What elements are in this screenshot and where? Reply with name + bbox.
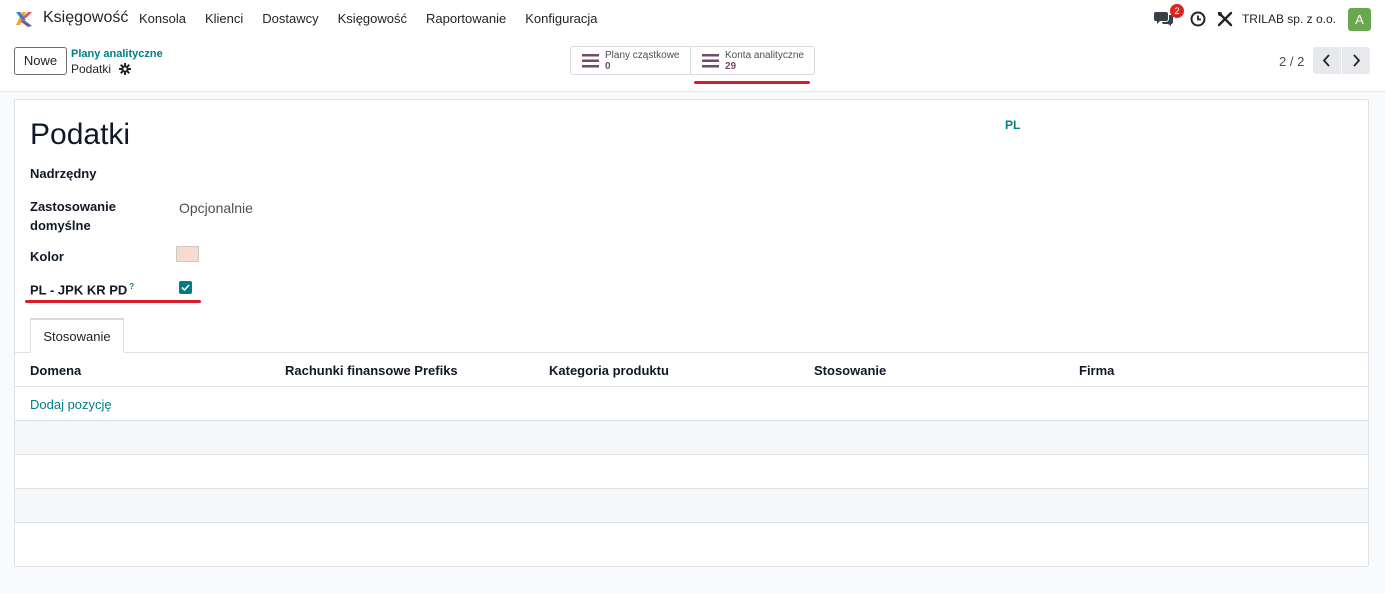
analytic-accounts-count: 29 (725, 61, 737, 72)
add-line-link[interactable]: Dodaj pozycję (30, 397, 112, 412)
new-button[interactable]: Nowe (14, 47, 67, 75)
gear-icon[interactable] (119, 63, 131, 75)
breadcrumb-current: Podatki (71, 62, 112, 76)
company-switcher[interactable]: TRILAB sp. z o.o. (1242, 12, 1336, 26)
highlight-underline (694, 81, 810, 84)
chevron-left-icon (1322, 54, 1330, 67)
chat-icon[interactable]: 2 (1153, 4, 1184, 29)
analytic-accounts-label: Konta analityczne (725, 50, 804, 61)
user-avatar[interactable]: A (1348, 7, 1371, 31)
control-panel: Nowe Plany analityczne Podatki Plany czą… (0, 38, 1385, 92)
country-code: PL (1005, 118, 1021, 132)
chat-badge: 2 (1169, 4, 1184, 18)
column-product-category[interactable]: Kategoria produktu (549, 363, 669, 378)
default-applicability-label-line1: Zastosowanie (30, 199, 116, 214)
pager-value[interactable]: 2 / 2 (1279, 54, 1304, 69)
analytic-accounts-button[interactable]: Konta analityczne 29 (691, 47, 814, 74)
sub-plans-count: 0 (605, 61, 611, 72)
navbar-systray: 2 TRILAB sp. z o.o. A (1153, 4, 1371, 32)
jpk-checkbox[interactable] (179, 281, 192, 294)
table-row: Dodaj pozycję (15, 387, 1368, 421)
table-row (15, 421, 1368, 455)
sub-plans-label: Plany cząstkowe (605, 50, 680, 61)
list-icon (582, 54, 599, 68)
check-icon (181, 284, 190, 292)
clock-icon[interactable] (1190, 11, 1206, 27)
sub-plans-button[interactable]: Plany cząstkowe 0 (571, 47, 691, 74)
pager-next-button[interactable] (1342, 47, 1370, 74)
main-menu: Konsola Klienci Dostawcy Księgowość Rapo… (139, 11, 617, 26)
column-company[interactable]: Firma (1079, 363, 1114, 378)
column-applicability[interactable]: Stosowanie (814, 363, 886, 378)
plan-name-field[interactable]: Podatki (30, 118, 130, 152)
highlight-underline (25, 300, 201, 303)
column-domain[interactable]: Domena (30, 363, 81, 378)
menu-item-configuration[interactable]: Konfiguracja (525, 11, 597, 26)
jpk-label-text: PL - JPK KR PD (30, 282, 128, 298)
pager-previous-button[interactable] (1313, 47, 1341, 74)
smart-buttons: Plany cząstkowe 0 Konta analityczne 29 (570, 46, 815, 75)
app-name[interactable]: Księgowość (43, 9, 128, 27)
table-header: Domena Rachunki finansowe Prefiks Katego… (15, 353, 1368, 387)
default-applicability-select[interactable]: Opcjonalnie (179, 200, 253, 216)
table-row (15, 489, 1368, 523)
menu-item-customers[interactable]: Klienci (205, 11, 243, 26)
top-navbar: Księgowość Konsola Klienci Dostawcy Księ… (0, 0, 1385, 38)
column-account-prefix[interactable]: Rachunki finansowe Prefiks (285, 363, 458, 378)
help-tooltip-icon[interactable]: ? (129, 282, 134, 291)
form-sheet: Podatki PL Nadrzędny Zastosowanie domyśl… (14, 99, 1369, 567)
color-picker[interactable] (176, 246, 199, 262)
color-label: Kolor (30, 249, 64, 264)
tools-icon[interactable] (1217, 11, 1233, 27)
list-icon (702, 54, 719, 68)
chevron-right-icon (1353, 54, 1361, 67)
menu-item-reporting[interactable]: Raportowanie (426, 11, 506, 26)
menu-item-dashboard[interactable]: Konsola (139, 11, 186, 26)
menu-item-vendors[interactable]: Dostawcy (262, 11, 318, 26)
table-row (15, 455, 1368, 489)
default-applicability-label: Zastosowanie domyślne (30, 197, 116, 235)
jpk-label: PL - JPK KR PD? (30, 277, 134, 299)
parent-label: Nadrzędny (30, 166, 97, 181)
default-applicability-label-line2: domyślne (30, 218, 91, 233)
breadcrumb-parent[interactable]: Plany analityczne (71, 48, 163, 60)
accounting-app-icon[interactable] (14, 9, 34, 29)
tab-applicability[interactable]: Stosowanie (30, 318, 124, 353)
menu-item-accounting[interactable]: Księgowość (338, 11, 407, 26)
